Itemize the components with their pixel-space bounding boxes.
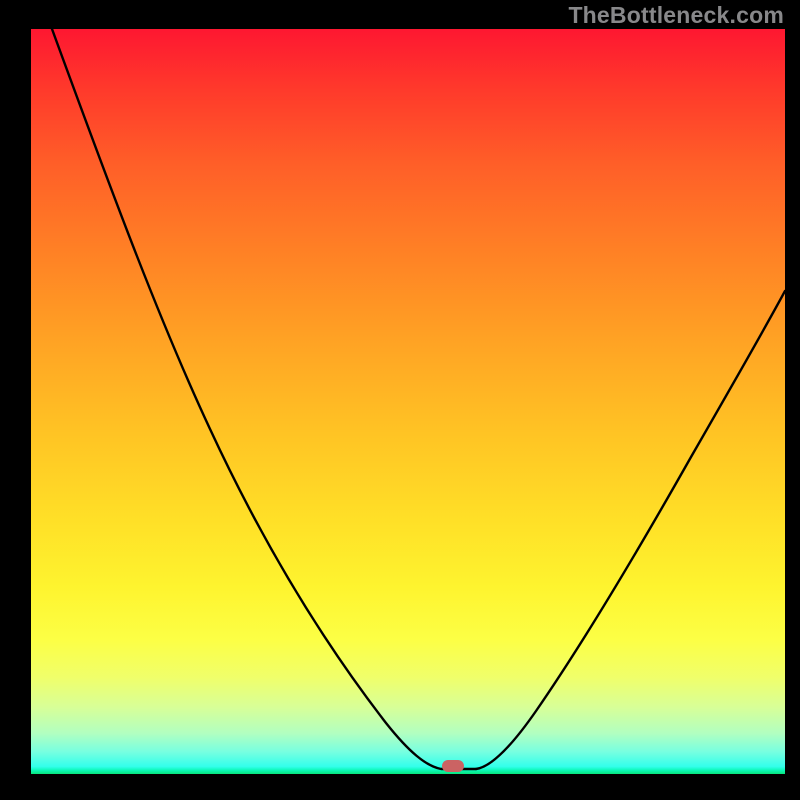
chart-container: TheBottleneck.com [0, 0, 800, 800]
plot-area [31, 29, 785, 774]
watermark-text: TheBottleneck.com [568, 2, 784, 29]
bottleneck-curve [31, 29, 785, 774]
optimal-marker [442, 760, 464, 772]
